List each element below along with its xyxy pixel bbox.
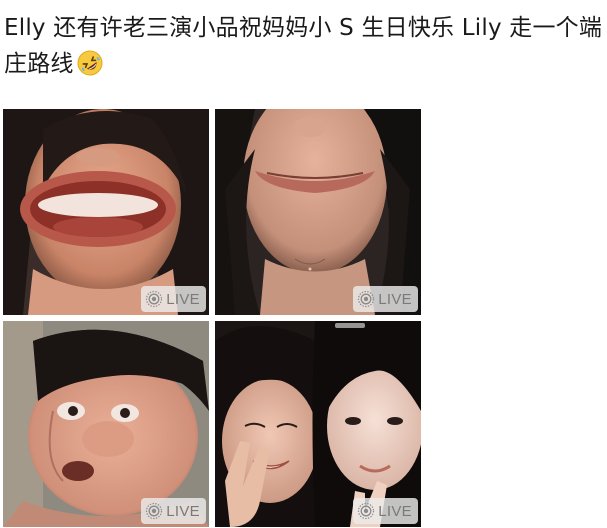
photo-4-image — [215, 321, 421, 527]
photo-tile-3[interactable]: LIVE — [3, 321, 209, 527]
live-badge-label: LIVE — [166, 290, 200, 308]
live-badge: LIVE — [141, 498, 206, 524]
photo-2-image — [215, 109, 421, 315]
live-badge-label: LIVE — [378, 290, 412, 308]
photo-tile-1[interactable]: LIVE — [3, 109, 209, 315]
photo-3-image — [3, 321, 209, 527]
post-text: Elly 还有许老三演小品祝妈妈小 S 生日快乐 Lily 走一个端庄路线 — [4, 10, 604, 82]
live-badge: LIVE — [141, 286, 206, 312]
photo-1-image — [3, 109, 209, 315]
photo-grid: LIVE LIVE LIVE LIVE — [3, 109, 423, 528]
live-photo-icon — [146, 502, 163, 520]
live-badge: LIVE — [353, 286, 418, 312]
rolling-on-floor-laughing-icon — [77, 50, 103, 76]
live-badge-label: LIVE — [378, 502, 412, 520]
live-badge-label: LIVE — [166, 502, 200, 520]
live-photo-icon — [146, 290, 163, 308]
live-photo-icon — [358, 502, 375, 520]
photo-tile-2[interactable]: LIVE — [215, 109, 421, 315]
live-photo-icon — [358, 290, 375, 308]
photo-tile-4[interactable]: LIVE — [215, 321, 421, 527]
live-badge: LIVE — [353, 498, 418, 524]
